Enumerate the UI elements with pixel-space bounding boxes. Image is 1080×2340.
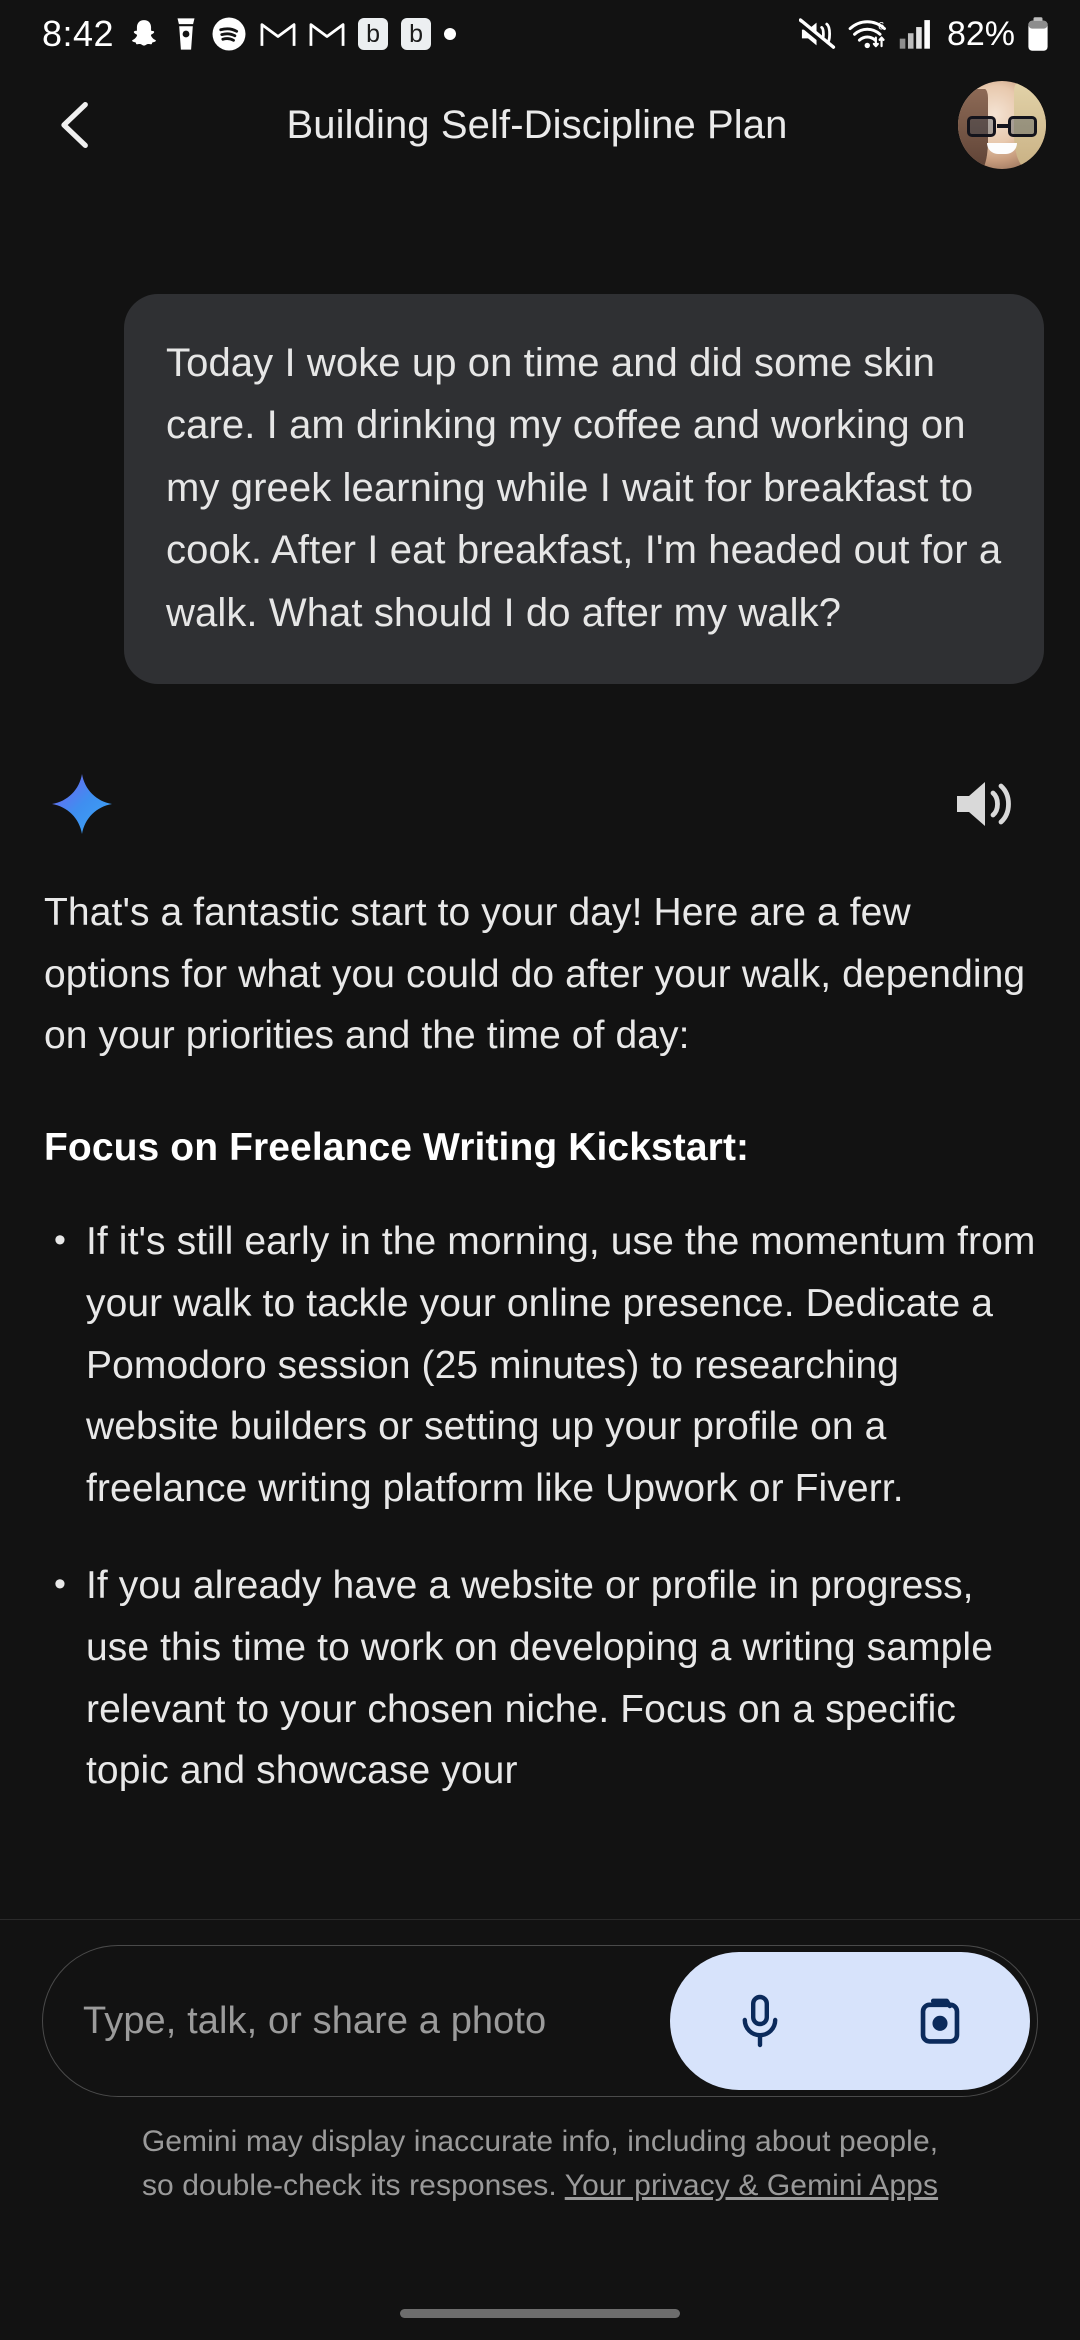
coffee-cup-icon [174,17,198,51]
status-bar: 8:42 b b 6 82% [0,0,1080,68]
user-message-text: Today I woke up on time and did some ski… [166,341,1002,635]
gmail-icon [260,19,296,49]
app-header: Building Self-Discipline Plan [0,68,1080,182]
gemini-chat-screen: 8:42 b b 6 82% Building Self-Discipline … [0,0,1080,2340]
chevron-left-icon [53,99,99,151]
ai-intro-paragraph: That's a fantastic start to your day! He… [44,890,1026,1058]
avatar-lens-left [967,116,996,137]
ai-bullet-list: • If it's still early in the morning, us… [44,1211,1036,1801]
status-bar-left: 8:42 b b [42,13,457,55]
gmail-icon [309,19,345,49]
gemini-sparkle-icon [50,772,114,836]
snapchat-icon [127,17,161,51]
privacy-link[interactable]: Your privacy & Gemini Apps [565,2169,938,2202]
disclaimer-line-1: Gemini may display inaccurate info, incl… [141,2125,939,2158]
svg-text:6: 6 [878,21,884,33]
list-item: • If it's still early in the morning, us… [44,1211,1036,1519]
navigation-handle[interactable] [400,2309,680,2318]
microphone-button[interactable] [712,1973,808,2069]
avatar-smile [987,143,1017,154]
avatar[interactable] [958,81,1046,169]
back-button[interactable] [40,89,112,161]
ai-response-body: That's a fantastic start to your day! He… [44,882,1036,1802]
battery-icon [1026,16,1050,52]
bullet-marker: • [54,1221,66,1260]
b-app-badge: b [358,18,389,50]
chat-scroll-area[interactable]: Today I woke up on time and did some ski… [0,182,1080,1920]
page-title: Building Self-Discipline Plan [286,102,788,147]
user-message-bubble[interactable]: Today I woke up on time and did some ski… [124,294,1044,684]
composer-action-pill [670,1952,1030,2090]
avatar-glasses-bridge [997,124,1008,128]
bullet-marker: • [54,1565,66,1604]
camera-icon [913,1994,967,2048]
wifi-6-icon: 6 [848,17,888,51]
speaker-volume-icon[interactable] [948,769,1018,839]
microphone-icon [734,1993,786,2049]
avatar-glasses [967,116,1037,138]
status-bar-right: 6 82% [798,14,1050,54]
more-notifications-dot [444,28,457,40]
b-app-badge: b [401,18,432,50]
status-time: 8:42 [42,13,115,54]
message-input-container[interactable]: Type, talk, or share a photo [42,1945,1038,2097]
camera-button[interactable] [892,1973,988,2069]
avatar-lens-right [1008,116,1037,137]
mute-icon [798,17,837,51]
cellular-signal-icon [899,18,933,50]
search-input[interactable]: Type, talk, or share a photo [83,2000,670,2043]
disclaimer-text: Gemini may display inaccurate info, incl… [0,2120,1080,2209]
battery-percent-label: 82% [946,14,1015,53]
spotify-icon [211,16,247,52]
ai-section-heading: Focus on Freelance Writing Kickstart: [44,1125,750,1169]
composer-bar: Type, talk, or share a photo Gemini may … [0,1920,1080,2340]
list-item-text: If it's still early in the morning, use … [86,1220,1036,1510]
list-item: • If you already have a website or profi… [44,1555,1036,1801]
list-item-text: If you already have a website or profile… [86,1564,993,1793]
ai-response-actions [36,756,1044,852]
disclaimer-line-2-prefix: so double-check its responses. [141,2169,565,2203]
